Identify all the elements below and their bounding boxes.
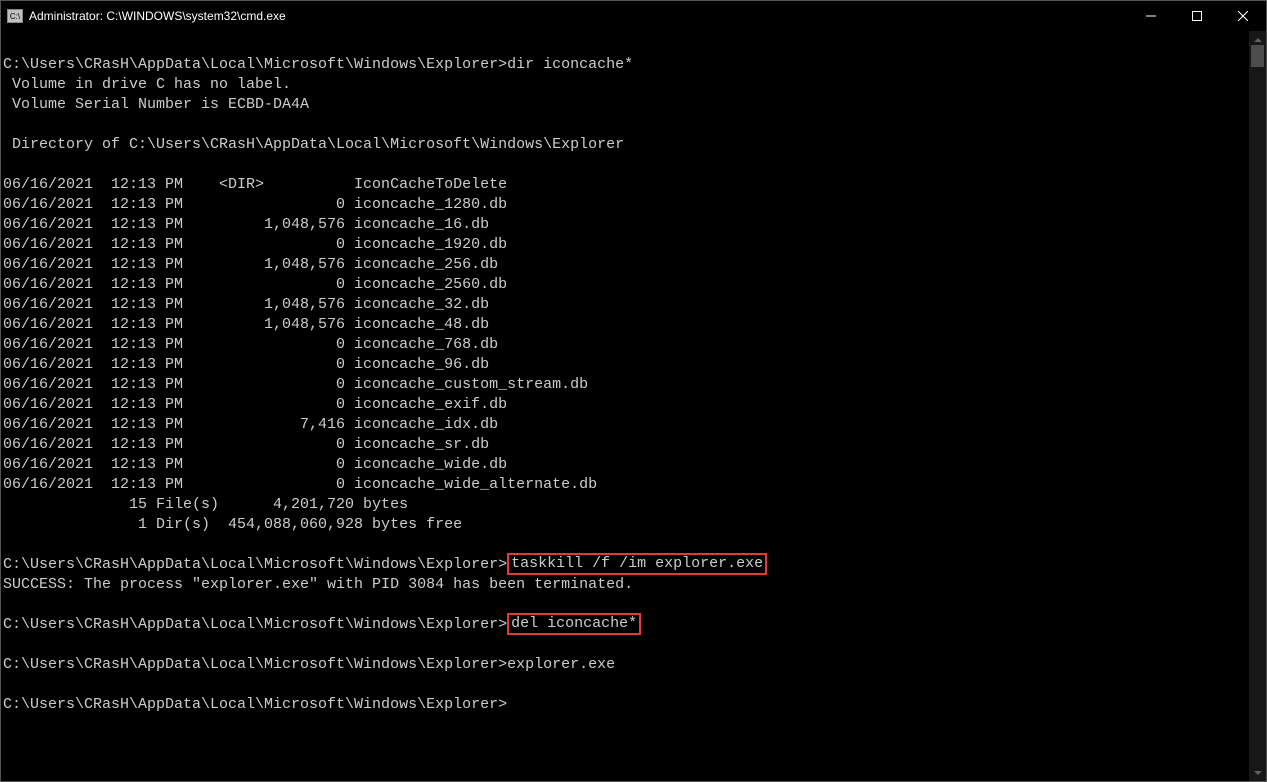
vertical-scrollbar[interactable] [1249, 31, 1266, 781]
terminal-blank-line [3, 535, 1249, 555]
scroll-down-arrow-icon[interactable] [1249, 764, 1266, 781]
directory-of-line: Directory of C:\Users\CRasH\AppData\Loca… [3, 135, 1249, 155]
window-title: Administrator: C:\WINDOWS\system32\cmd.e… [29, 9, 1128, 23]
highlighted-command: del iconcache* [507, 613, 641, 635]
dir-entry: 06/16/2021 12:13 PM 0 iconcache_wide_alt… [3, 475, 1249, 495]
terminal-blank-line [3, 595, 1249, 615]
command-output: SUCCESS: The process "explorer.exe" with… [3, 575, 1249, 595]
prompt-line: C:\Users\CRasH\AppData\Local\Microsoft\W… [3, 555, 1249, 575]
dir-entry: 06/16/2021 12:13 PM 0 iconcache_1920.db [3, 235, 1249, 255]
terminal-output[interactable]: C:\Users\CRasH\AppData\Local\Microsoft\W… [1, 31, 1249, 781]
window-controls [1128, 1, 1266, 31]
titlebar[interactable]: C:\ Administrator: C:\WINDOWS\system32\c… [1, 1, 1266, 31]
dir-entry: 06/16/2021 12:13 PM 0 iconcache_custom_s… [3, 375, 1249, 395]
volume-line: Volume in drive C has no label. [3, 75, 1249, 95]
prompt-prefix: C:\Users\CRasH\AppData\Local\Microsoft\W… [3, 616, 507, 633]
cmd-icon: C:\ [7, 9, 23, 23]
minimize-button[interactable] [1128, 1, 1174, 31]
summary-files: 15 File(s) 4,201,720 bytes [3, 495, 1249, 515]
dir-entry: 06/16/2021 12:13 PM 0 iconcache_96.db [3, 355, 1249, 375]
terminal-blank-line [3, 115, 1249, 135]
dir-entry: 06/16/2021 12:13 PM 0 iconcache_1280.db [3, 195, 1249, 215]
prompt-line: C:\Users\CRasH\AppData\Local\Microsoft\W… [3, 655, 1249, 675]
scroll-thumb[interactable] [1251, 45, 1264, 67]
summary-dirs: 1 Dir(s) 454,088,060,928 bytes free [3, 515, 1249, 535]
prompt-line: C:\Users\CRasH\AppData\Local\Microsoft\W… [3, 55, 1249, 75]
prompt-line-active[interactable]: C:\Users\CRasH\AppData\Local\Microsoft\W… [3, 695, 1249, 715]
dir-entry: 06/16/2021 12:13 PM 7,416 iconcache_idx.… [3, 415, 1249, 435]
prompt-prefix: C:\Users\CRasH\AppData\Local\Microsoft\W… [3, 556, 507, 573]
terminal-blank-line [3, 35, 1249, 55]
terminal-blank-line [3, 675, 1249, 695]
terminal-area: C:\Users\CRasH\AppData\Local\Microsoft\W… [1, 31, 1266, 781]
dir-entry: 06/16/2021 12:13 PM 1,048,576 iconcache_… [3, 315, 1249, 335]
terminal-blank-line [3, 635, 1249, 655]
dir-entry: 06/16/2021 12:13 PM 1,048,576 iconcache_… [3, 295, 1249, 315]
maximize-icon [1192, 11, 1202, 21]
dir-entry: 06/16/2021 12:13 PM 0 iconcache_exif.db [3, 395, 1249, 415]
dir-entry: 06/16/2021 12:13 PM 0 iconcache_2560.db [3, 275, 1249, 295]
prompt-prefix: C:\Users\CRasH\AppData\Local\Microsoft\W… [3, 696, 507, 713]
maximize-button[interactable] [1174, 1, 1220, 31]
minimize-icon [1146, 11, 1156, 21]
close-button[interactable] [1220, 1, 1266, 31]
dir-entry: 06/16/2021 12:13 PM 0 iconcache_sr.db [3, 435, 1249, 455]
prompt-line: C:\Users\CRasH\AppData\Local\Microsoft\W… [3, 615, 1249, 635]
dir-entry: 06/16/2021 12:13 PM 1,048,576 iconcache_… [3, 255, 1249, 275]
dir-entry: 06/16/2021 12:13 PM 0 iconcache_768.db [3, 335, 1249, 355]
close-icon [1238, 11, 1248, 21]
terminal-blank-line [3, 155, 1249, 175]
dir-entry: 06/16/2021 12:13 PM 0 iconcache_wide.db [3, 455, 1249, 475]
dir-entry: 06/16/2021 12:13 PM <DIR> IconCacheToDel… [3, 175, 1249, 195]
highlighted-command: taskkill /f /im explorer.exe [507, 553, 767, 575]
app-icon-slot: C:\ [1, 9, 29, 23]
serial-line: Volume Serial Number is ECBD-DA4A [3, 95, 1249, 115]
dir-entry: 06/16/2021 12:13 PM 1,048,576 iconcache_… [3, 215, 1249, 235]
cmd-window: C:\ Administrator: C:\WINDOWS\system32\c… [0, 0, 1267, 782]
